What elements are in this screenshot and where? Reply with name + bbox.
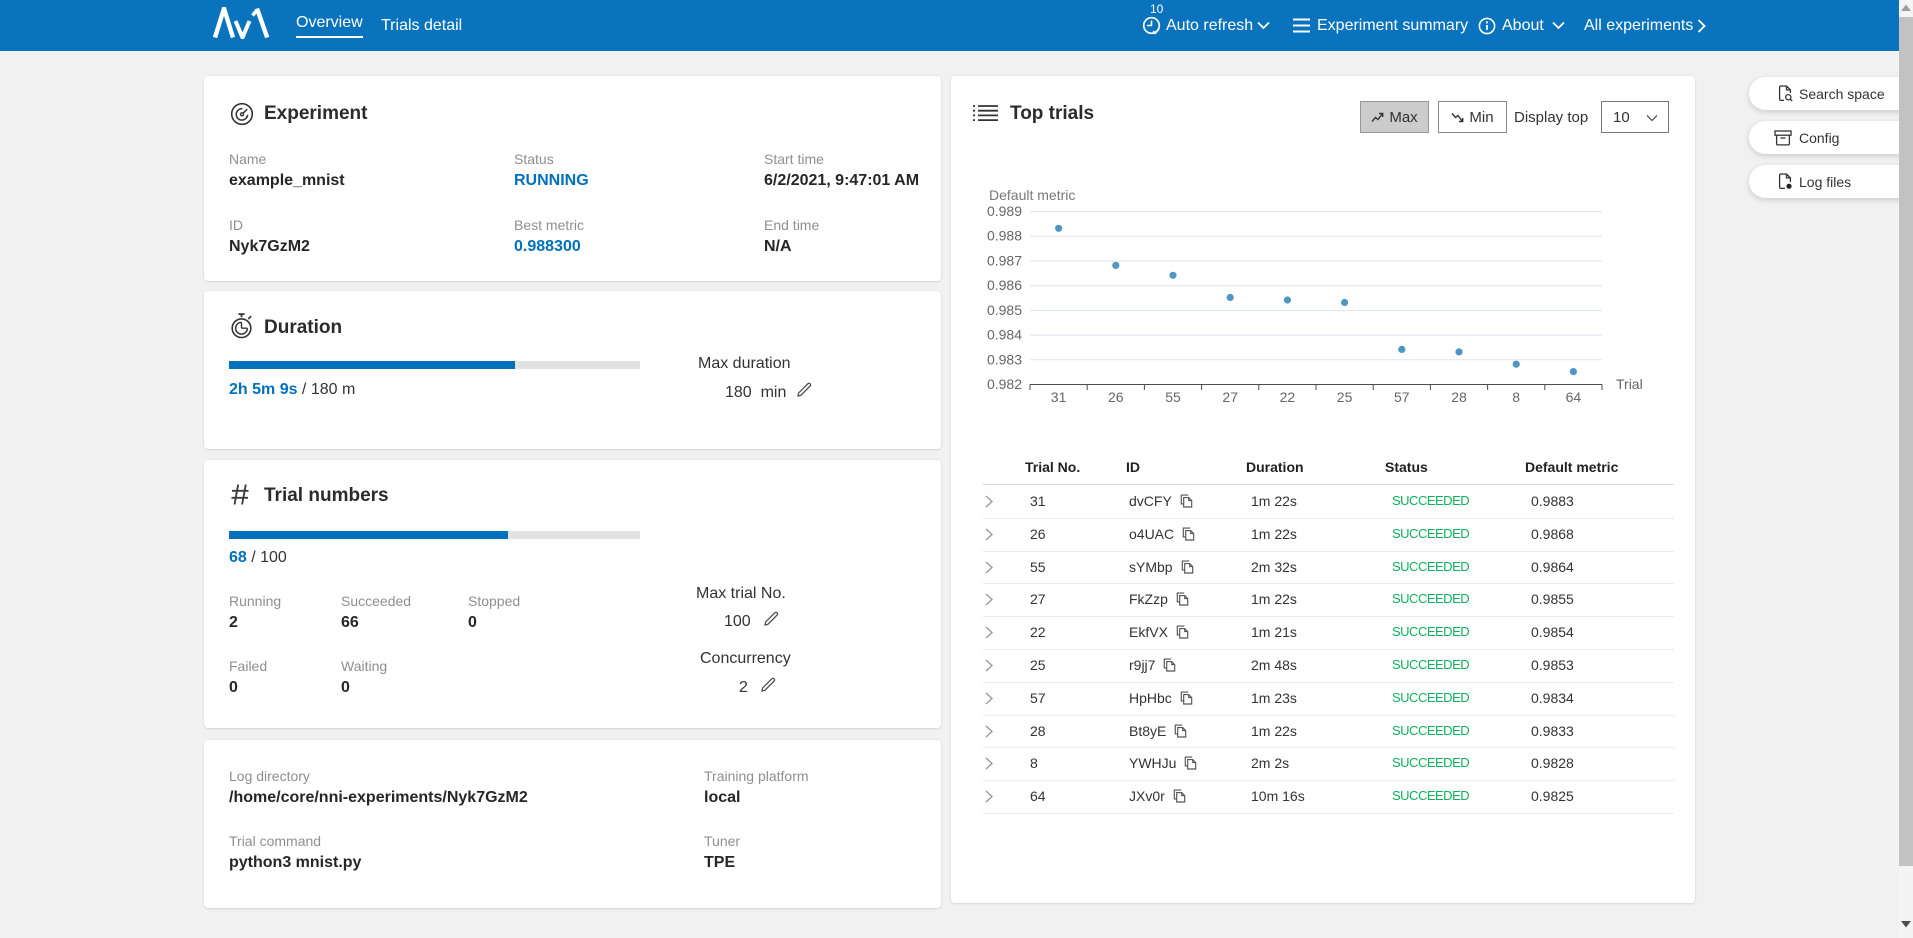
svg-text:0.983: 0.983 <box>987 351 1022 367</box>
svg-text:57: 57 <box>1394 389 1410 405</box>
svg-text:0.986: 0.986 <box>987 277 1022 293</box>
svg-text:22: 22 <box>1280 389 1296 405</box>
svg-text:Default metric: Default metric <box>989 187 1075 203</box>
svg-text:27: 27 <box>1222 389 1238 405</box>
svg-text:0.989: 0.989 <box>987 203 1022 219</box>
svg-text:Trial: Trial <box>1616 376 1643 392</box>
svg-text:0.985: 0.985 <box>987 302 1022 318</box>
svg-text:0.988: 0.988 <box>987 228 1022 244</box>
svg-text:25: 25 <box>1337 389 1353 405</box>
svg-text:28: 28 <box>1451 389 1467 405</box>
svg-text:64: 64 <box>1566 389 1582 405</box>
svg-text:55: 55 <box>1165 389 1181 405</box>
svg-text:0.984: 0.984 <box>987 327 1022 343</box>
svg-text:8: 8 <box>1512 389 1520 405</box>
svg-text:31: 31 <box>1051 389 1067 405</box>
svg-text:0.987: 0.987 <box>987 252 1022 268</box>
svg-text:26: 26 <box>1108 389 1124 405</box>
svg-text:0.982: 0.982 <box>987 376 1022 392</box>
